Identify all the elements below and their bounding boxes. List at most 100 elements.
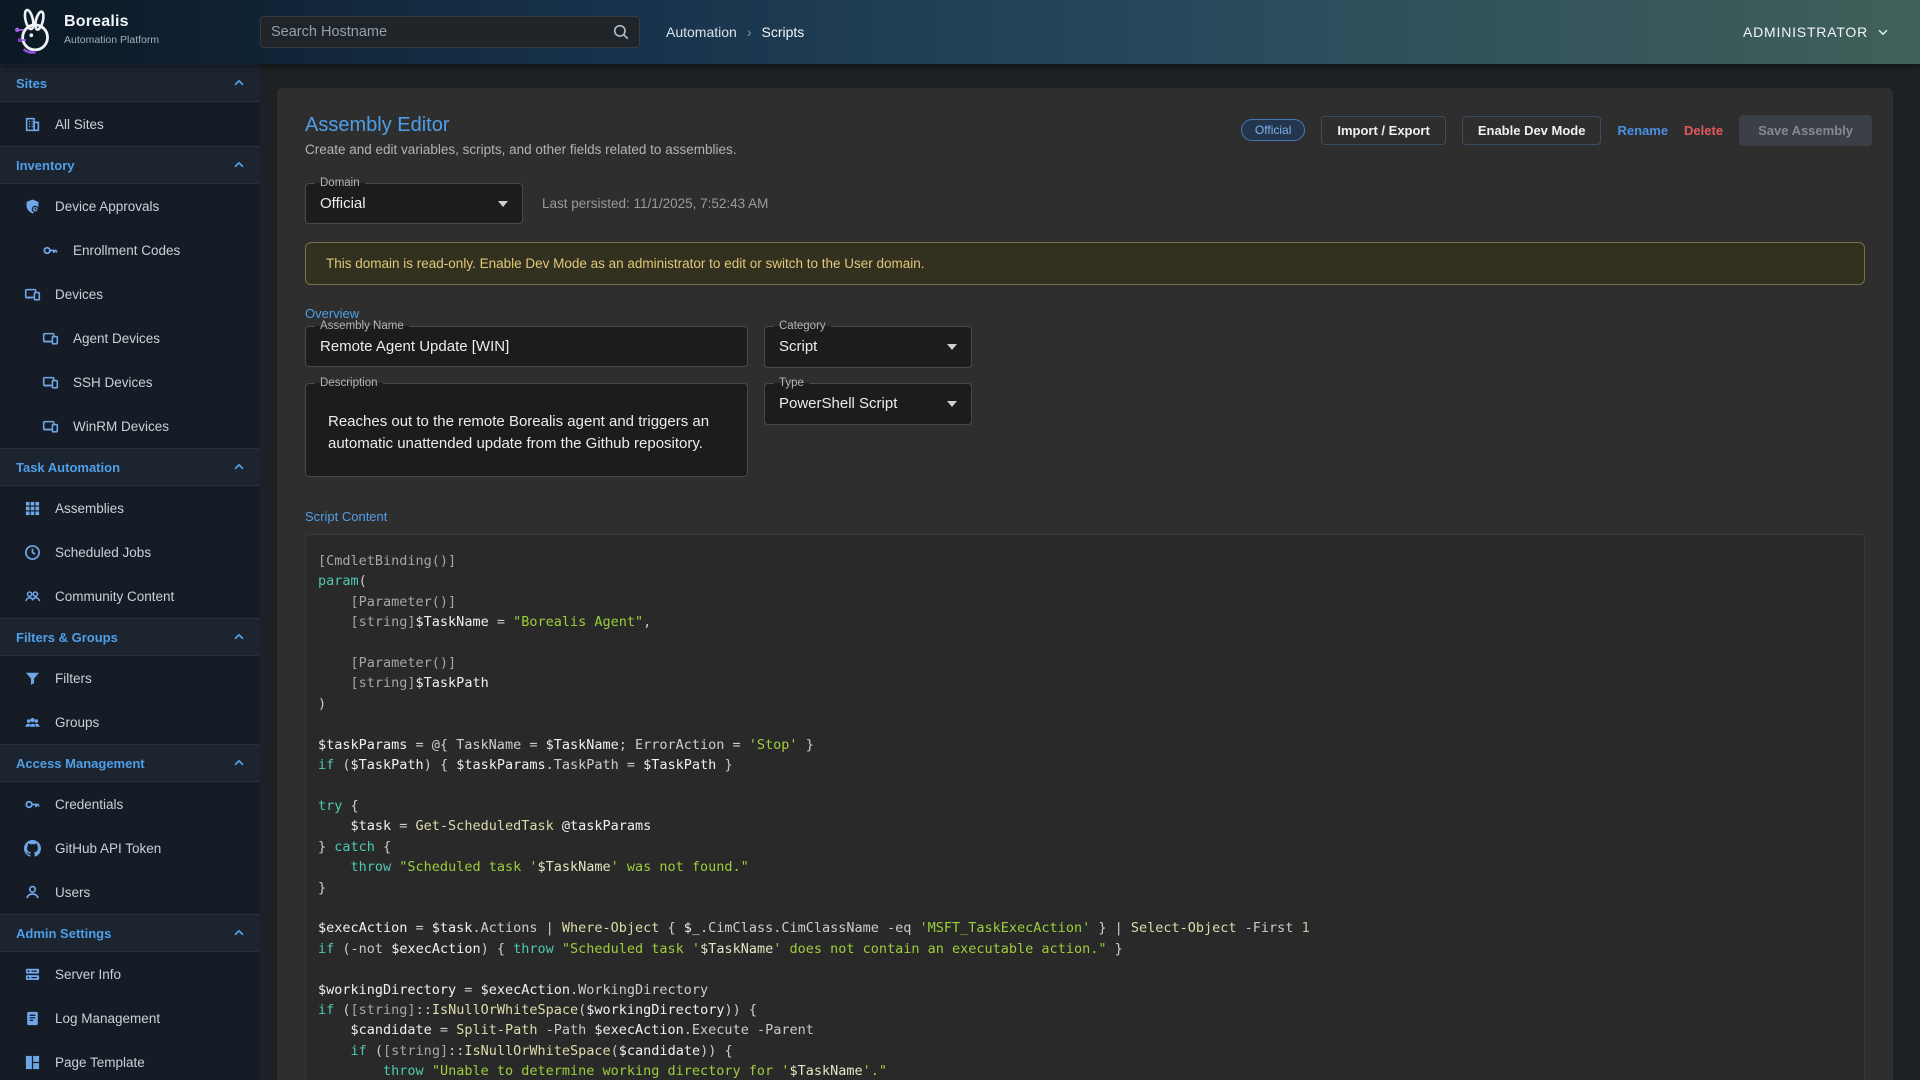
shield-clock-icon bbox=[24, 198, 41, 215]
chevron-up-icon bbox=[232, 756, 246, 770]
brand-tagline: Automation Platform bbox=[64, 34, 159, 46]
user-icon bbox=[24, 884, 41, 901]
search-icon bbox=[612, 23, 630, 41]
dropdown-arrow-icon bbox=[498, 201, 508, 207]
sidebar-item-label: Enrollment Codes bbox=[73, 243, 180, 258]
sidebar-item-label: Page Template bbox=[55, 1055, 145, 1070]
enable-dev-mode-button[interactable]: Enable Dev Mode bbox=[1462, 116, 1602, 145]
code-line: [Parameter()] bbox=[318, 592, 1852, 612]
grid-icon bbox=[24, 500, 41, 517]
dropdown-arrow-icon bbox=[947, 401, 957, 407]
overview-section-label: Overview bbox=[305, 306, 1865, 321]
sidebar-item-all-sites[interactable]: All Sites bbox=[0, 102, 260, 146]
breadcrumb-item-automation[interactable]: Automation bbox=[666, 24, 737, 40]
user-menu-label: ADMINISTRATOR bbox=[1743, 24, 1868, 40]
official-badge: Official bbox=[1241, 119, 1305, 141]
main-content: Assembly Editor Create and edit variable… bbox=[260, 64, 1920, 1080]
category-select[interactable]: Category Script bbox=[764, 326, 972, 368]
dropdown-arrow-icon bbox=[947, 344, 957, 350]
sidebar-item-label: Users bbox=[55, 885, 90, 900]
chevron-right-icon: › bbox=[747, 24, 752, 40]
filter-icon bbox=[24, 670, 41, 687]
code-line: $workingDirectory = $execAction.WorkingD… bbox=[318, 980, 1852, 1000]
chevron-up-icon bbox=[232, 460, 246, 474]
code-line: [Parameter()] bbox=[318, 653, 1852, 673]
breadcrumb: Automation › Scripts bbox=[666, 0, 804, 64]
sidebar-item-devices[interactable]: Devices bbox=[0, 272, 260, 316]
sidebar-section-label: Filters & Groups bbox=[16, 630, 118, 645]
devices-icon bbox=[42, 418, 59, 435]
sidebar-item-label: Filters bbox=[55, 671, 92, 686]
type-label: Type bbox=[774, 376, 809, 391]
code-line: } catch { bbox=[318, 837, 1852, 857]
code-line: if ($TaskPath) { $taskParams.TaskPath = … bbox=[318, 755, 1852, 775]
import-export-button[interactable]: Import / Export bbox=[1321, 116, 1445, 145]
code-line bbox=[318, 775, 1852, 795]
sidebar-item-label: Assemblies bbox=[55, 501, 124, 516]
sidebar-item-page-template[interactable]: Page Template bbox=[0, 1040, 260, 1080]
chevron-up-icon bbox=[232, 76, 246, 90]
groups-icon bbox=[24, 714, 41, 731]
sidebar-item-label: Community Content bbox=[55, 589, 174, 604]
sidebar-item-agent-devices[interactable]: Agent Devices bbox=[0, 316, 260, 360]
code-line: ) bbox=[318, 694, 1852, 714]
assembly-name-field[interactable]: Assembly Name bbox=[305, 326, 748, 367]
brand-name: Borealis bbox=[64, 13, 159, 31]
code-line: if ([string]::IsNullOrWhiteSpace($candid… bbox=[318, 1041, 1852, 1061]
sidebar-item-log-management[interactable]: Log Management bbox=[0, 996, 260, 1040]
sidebar-section-label: Admin Settings bbox=[16, 926, 111, 941]
sidebar-item-ssh-devices[interactable]: SSH Devices bbox=[0, 360, 260, 404]
sidebar-section-filters-groups[interactable]: Filters & Groups bbox=[0, 618, 260, 656]
sidebar-item-filters[interactable]: Filters bbox=[0, 656, 260, 700]
top-header: Borealis Automation Platform Automation ›… bbox=[0, 0, 1920, 64]
code-line bbox=[318, 898, 1852, 918]
type-select[interactable]: Type PowerShell Script bbox=[764, 383, 972, 425]
code-line: throw "Unable to determine working direc… bbox=[318, 1061, 1852, 1080]
devices-icon bbox=[42, 330, 59, 347]
sidebar-item-credentials[interactable]: Credentials bbox=[0, 782, 260, 826]
sidebar-item-label: WinRM Devices bbox=[73, 419, 169, 434]
hostname-search[interactable] bbox=[260, 16, 640, 48]
description-text[interactable]: Reaches out to the remote Borealis agent… bbox=[306, 384, 747, 455]
sidebar-section-inventory[interactable]: Inventory bbox=[0, 146, 260, 184]
category-label: Category bbox=[774, 319, 831, 334]
domain-select[interactable]: Domain Official bbox=[305, 183, 523, 224]
sidebar-section-label: Sites bbox=[16, 76, 47, 91]
sidebar-item-groups[interactable]: Groups bbox=[0, 700, 260, 744]
code-line bbox=[318, 633, 1852, 653]
user-menu[interactable]: ADMINISTRATOR bbox=[1743, 0, 1890, 64]
code-line bbox=[318, 714, 1852, 734]
sidebar-item-label: Device Approvals bbox=[55, 199, 159, 214]
delete-button[interactable]: Delete bbox=[1684, 123, 1723, 138]
sidebar-item-label: SSH Devices bbox=[73, 375, 153, 390]
github-icon bbox=[24, 840, 41, 857]
sidebar-item-users[interactable]: Users bbox=[0, 870, 260, 914]
sidebar-item-winrm-devices[interactable]: WinRM Devices bbox=[0, 404, 260, 448]
code-line: if (-not $execAction) { throw "Scheduled… bbox=[318, 939, 1852, 959]
sidebar-item-server-info[interactable]: Server Info bbox=[0, 952, 260, 996]
sidebar-item-community-content[interactable]: Community Content bbox=[0, 574, 260, 618]
sidebar-item-enrollment-codes[interactable]: Enrollment Codes bbox=[0, 228, 260, 272]
sidebar-section-sites[interactable]: Sites bbox=[0, 64, 260, 102]
borealis-logo-icon bbox=[8, 6, 60, 58]
script-editor[interactable]: [CmdletBinding()]param( [Parameter()] [s… bbox=[305, 534, 1865, 1080]
description-field[interactable]: Description Reaches out to the remote Bo… bbox=[305, 383, 748, 477]
code-line: throw "Scheduled task '$TaskName' was no… bbox=[318, 857, 1852, 877]
sidebar-section-label: Inventory bbox=[16, 158, 75, 173]
search-input[interactable] bbox=[261, 24, 612, 40]
sidebar-section-task-automation[interactable]: Task Automation bbox=[0, 448, 260, 486]
breadcrumb-item-scripts[interactable]: Scripts bbox=[762, 24, 805, 40]
sidebar-section-label: Access Management bbox=[16, 756, 145, 771]
sidebar-item-github-api-token[interactable]: GitHub API Token bbox=[0, 826, 260, 870]
sidebar-item-device-approvals[interactable]: Device Approvals bbox=[0, 184, 260, 228]
save-assembly-button[interactable]: Save Assembly bbox=[1739, 115, 1872, 146]
sidebar-item-assemblies[interactable]: Assemblies bbox=[0, 486, 260, 530]
chevron-down-icon bbox=[1876, 25, 1890, 39]
layout-icon bbox=[24, 1054, 41, 1071]
last-persisted-text: Last persisted: 11/1/2025, 7:52:43 AM bbox=[542, 196, 768, 211]
sidebar-section-access-management[interactable]: Access Management bbox=[0, 744, 260, 782]
devices-icon bbox=[42, 374, 59, 391]
rename-button[interactable]: Rename bbox=[1617, 123, 1668, 138]
sidebar-item-scheduled-jobs[interactable]: Scheduled Jobs bbox=[0, 530, 260, 574]
sidebar-section-admin-settings[interactable]: Admin Settings bbox=[0, 914, 260, 952]
